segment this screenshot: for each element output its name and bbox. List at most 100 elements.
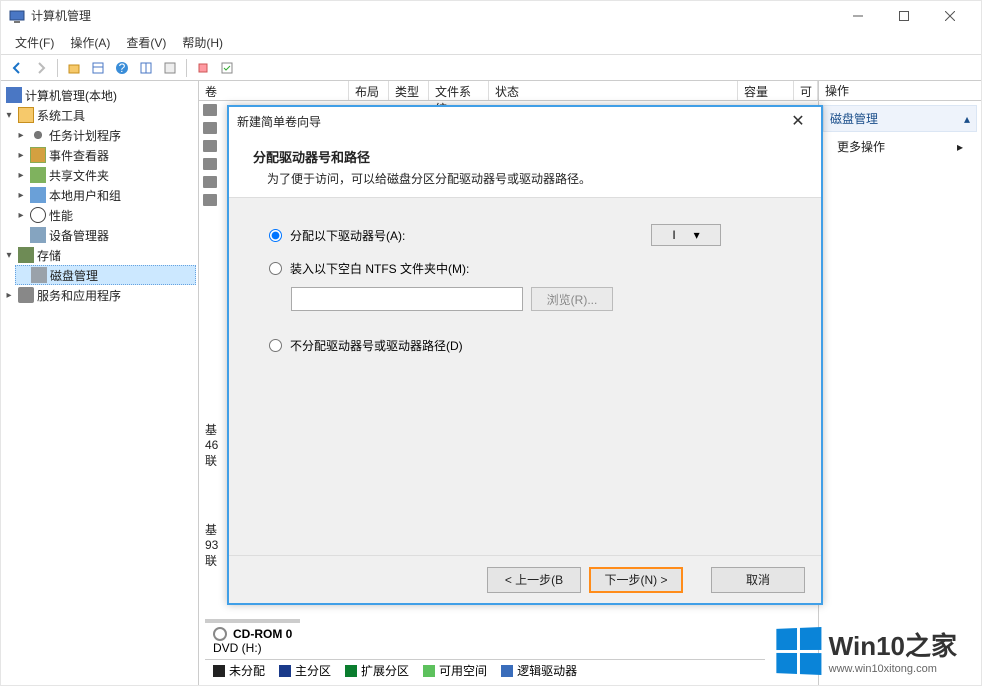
toolbar: ? [1,55,981,81]
wizard-title: 新建简单卷向导 [237,113,783,130]
tree-shared-folders[interactable]: ▸ 共享文件夹 [15,165,196,185]
shared-folders-icon [30,167,46,183]
actions-title[interactable]: 磁盘管理 ▴ [823,105,977,132]
col-type[interactable]: 类型 [389,81,429,100]
no-drive-letter-label: 不分配驱动器号或驱动器路径(D) [290,337,463,354]
legend-primary: 主分区 [279,662,331,679]
watermark-title: Win10之家 [829,626,957,663]
chevron-down-icon: ▾ [694,228,700,242]
up-button[interactable] [64,58,84,78]
tree-system-tools[interactable]: ▾ 系统工具 [3,105,196,125]
window-title: 计算机管理 [31,7,835,24]
tree-disk-management[interactable]: ▸ 磁盘管理 [15,265,196,285]
device-manager-icon [30,227,46,243]
storage-icon [18,247,34,263]
services-icon [18,287,34,303]
wizard-close-button[interactable]: ✕ [783,111,813,131]
actions-header: 操作 [819,81,981,101]
chevron-right-icon[interactable]: ▸ [15,170,27,181]
collapse-icon: ▴ [964,112,970,126]
legend-extended: 扩展分区 [345,662,409,679]
drive-letter-select[interactable]: I ▾ [651,224,721,246]
back-button[interactable]: < 上一步(B [487,567,581,593]
assign-drive-letter-radio[interactable] [269,229,282,242]
tree-local-users[interactable]: ▸ 本地用户和组 [15,185,196,205]
view-button-2[interactable] [136,58,156,78]
computer-icon [6,87,22,103]
cancel-button[interactable]: 取消 [711,567,805,593]
wizard-header-subtitle: 为了便于访问，可以给磁盘分区分配驱动器号或驱动器路径。 [253,170,797,187]
svg-text:?: ? [119,61,126,75]
actions-more[interactable]: 更多操作 ▸ [823,132,977,161]
wizard-titlebar: 新建简单卷向导 ✕ [229,107,821,135]
mount-ntfs-folder-label: 装入以下空白 NTFS 文件夹中(M): [290,260,469,277]
volume-icon [203,158,217,170]
chevron-right-icon[interactable]: ▸ [15,190,27,201]
wizard-header: 分配驱动器号和路径 为了便于访问，可以给磁盘分区分配驱动器号或驱动器路径。 [229,135,821,198]
close-button[interactable] [927,1,973,31]
tree-event-viewer[interactable]: ▸ 事件查看器 [15,145,196,165]
chevron-right-icon[interactable]: ▸ [15,210,27,221]
action-button[interactable] [160,58,180,78]
legend-unallocated: 未分配 [213,662,265,679]
volume-icon [203,194,217,206]
chevron-right-icon[interactable]: ▸ [15,130,27,141]
windows-logo-icon [776,627,821,675]
tree-performance[interactable]: ▸ 性能 [15,205,196,225]
col-capacity[interactable]: 容量 [738,81,794,100]
next-button[interactable]: 下一步(N) > [589,567,683,593]
performance-icon [30,207,46,223]
chevron-right-icon[interactable]: ▸ [15,150,27,161]
wizard-header-title: 分配驱动器号和路径 [253,147,797,166]
volume-icon [203,104,217,116]
event-viewer-icon [30,147,46,163]
maximize-button[interactable] [881,1,927,31]
forward-button[interactable] [31,58,51,78]
watermark: Win10之家 www.win10xitong.com [775,626,957,675]
wizard-body: 分配以下驱动器号(A): I ▾ 装入以下空白 NTFS 文件夹中(M): 浏览… [229,198,821,386]
minimize-button[interactable] [835,1,881,31]
volume-icon [203,122,217,134]
cdrom-subtitle: DVD (H:) [213,641,292,655]
disk-info-partial-1: 基 46 联 [205,421,218,469]
chevron-down-icon[interactable]: ▾ [3,250,15,261]
tree-task-scheduler[interactable]: ▸ 任务计划程序 [15,125,196,145]
list-header: 卷 布局 类型 文件系统 状态 容量 可 [199,81,818,101]
scheduler-icon [30,127,46,143]
chevron-down-icon[interactable]: ▾ [3,110,15,121]
tree-services-apps[interactable]: ▸ 服务和应用程序 [3,285,196,305]
settings-button[interactable] [193,58,213,78]
menu-help[interactable]: 帮助(H) [174,32,231,53]
tree-storage[interactable]: ▾ 存储 [3,245,196,265]
back-button[interactable] [7,58,27,78]
legend-free: 可用空间 [423,662,487,679]
list-view-button[interactable] [88,58,108,78]
new-simple-volume-wizard: 新建简单卷向导 ✕ 分配驱动器号和路径 为了便于访问，可以给磁盘分区分配驱动器号… [227,105,823,605]
assign-drive-letter-label: 分配以下驱动器号(A): [290,227,405,244]
menu-file[interactable]: 文件(F) [7,32,62,53]
legend-logical: 逻辑驱动器 [501,662,577,679]
users-icon [30,187,46,203]
no-drive-letter-radio[interactable] [269,339,282,352]
cdrom-icon [213,627,227,641]
menu-view[interactable]: 查看(V) [118,32,174,53]
chevron-right-icon: ▸ [957,140,963,154]
volume-icon [203,140,217,152]
disk-info-partial-2: 基 93 联 [205,521,218,569]
chevron-right-icon[interactable]: ▸ [3,290,15,301]
col-available[interactable]: 可 [794,81,818,100]
watermark-url: www.win10xitong.com [829,663,957,675]
wizard-footer: < 上一步(B 下一步(N) > 取消 [229,555,821,603]
col-filesystem[interactable]: 文件系统 [429,81,489,100]
menu-action[interactable]: 操作(A) [62,32,118,53]
refresh-button[interactable] [217,58,237,78]
volume-icon [203,176,217,188]
col-layout[interactable]: 布局 [349,81,389,100]
mount-ntfs-folder-radio[interactable] [269,262,282,275]
tree-root[interactable]: 计算机管理(本地) [3,85,196,105]
cdrom-box: CD-ROM 0 DVD (H:) [205,619,300,659]
col-volume[interactable]: 卷 [199,81,349,100]
tree-device-manager[interactable]: ▸ 设备管理器 [15,225,196,245]
help-button[interactable]: ? [112,58,132,78]
col-status[interactable]: 状态 [489,81,738,100]
